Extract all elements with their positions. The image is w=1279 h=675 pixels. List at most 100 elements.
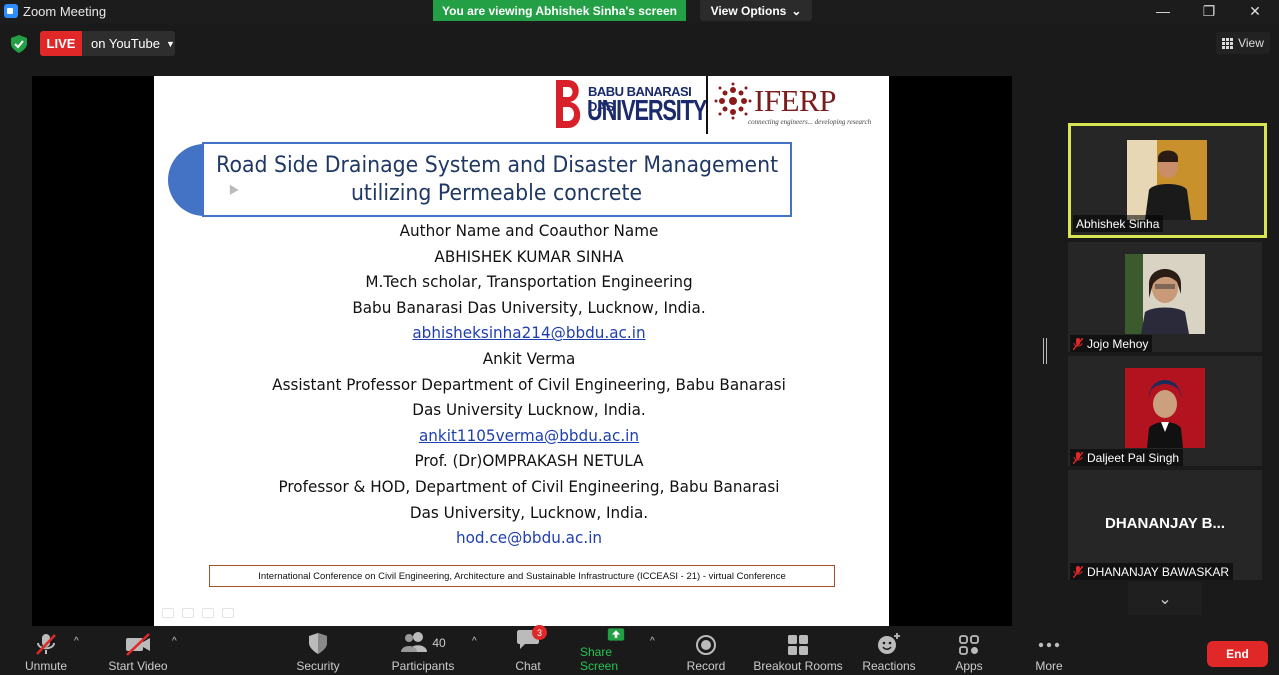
livestream-dropdown[interactable]: on YouTube ▼ (82, 31, 175, 56)
participant-placeholder-name: DHANANJAY B... (1104, 515, 1226, 532)
chat-button[interactable]: 3 Chat (510, 625, 547, 675)
participant-photo-icon (1125, 254, 1205, 334)
author-details: Author Name and Coauthor Name ABHISHEK K… (154, 218, 889, 551)
more-label: More (1035, 659, 1063, 673)
security-button[interactable]: Security (293, 627, 343, 675)
livestream-target: on YouTube (91, 36, 160, 51)
close-window-button[interactable]: ✕ (1232, 0, 1278, 22)
participant-tile[interactable]: Daljeet Pal Singh (1068, 356, 1262, 466)
view-layout-button[interactable]: View (1216, 32, 1270, 54)
caret-down-icon: ▼ (165, 38, 175, 49)
panel-resize-handle[interactable] (1043, 338, 1047, 364)
participants-icon-group: 40 (400, 631, 446, 656)
live-badge[interactable]: LIVE (40, 31, 82, 56)
breakout-rooms-label: Breakout Rooms (753, 659, 843, 673)
participants-options-caret[interactable]: ^ (472, 636, 477, 647)
audio-options-caret[interactable]: ^ (74, 636, 79, 647)
start-video-button[interactable]: Start Video (106, 627, 170, 675)
video-options-caret[interactable]: ^ (172, 636, 177, 647)
participants-label: Participants (391, 659, 455, 673)
author2-email-link[interactable]: ankit1105verma@bbdu.ac.in (173, 423, 886, 449)
author3-email: hod.ce@bbdu.ac.in (455, 528, 603, 548)
view-options-label: View Options (710, 3, 787, 18)
viewing-screen-banner: You are viewing Abhishek Sinha's screen (433, 0, 686, 21)
logo-divider (706, 76, 708, 134)
zoom-app-icon (4, 4, 18, 18)
bbd-logo-line2: UNIVERSITY (587, 95, 707, 127)
participant-tile-active[interactable]: Abhishek Sinha (1068, 123, 1267, 238)
record-button[interactable]: Record (685, 627, 727, 675)
maximize-button[interactable]: ❐ (1186, 0, 1232, 22)
slide-pen-icon (182, 608, 194, 618)
author3-affiliation: Das University, Lucknow, India. (409, 502, 649, 522)
share-screen-label: Share Screen (580, 645, 619, 673)
security-label: Security (296, 659, 340, 673)
author3-name: Prof. (Dr)OMPRAKASH NETULA (414, 451, 644, 471)
chevron-down-icon: ⌄ (791, 3, 802, 18)
author2-role: Assistant Professor Department of Civil … (272, 374, 786, 394)
participant-video (1125, 368, 1205, 448)
bbd-university-logo: BABU BANARASI DAS UNIVERSITY (554, 78, 707, 130)
participant-tile[interactable]: DHANANJAY B... DHANANJAY BAWASKAR (1068, 470, 1262, 580)
mic-muted-icon (1073, 566, 1083, 578)
mic-muted-icon (1073, 338, 1083, 350)
participant-name-label: Jojo Mehoy (1070, 335, 1153, 352)
more-button[interactable]: More (1030, 627, 1068, 675)
record-label: Record (686, 659, 726, 673)
iferp-logo-text: IFERP (754, 83, 836, 118)
author1-name: ABHISHEK KUMAR SINHA (434, 246, 624, 266)
author1-email-link[interactable]: abhisheksinha214@bbdu.ac.in (173, 320, 886, 346)
encryption-shield-icon[interactable] (11, 35, 27, 53)
gallery-scroll-down-button[interactable]: ⌄ (1128, 582, 1202, 615)
participant-name: Jojo Mehoy (1087, 337, 1149, 351)
chevron-down-icon: ⌄ (1158, 590, 1172, 608)
author3-role: Professor & HOD, Department of Civil Eng… (278, 476, 780, 496)
more-dots-icon (1038, 642, 1060, 648)
view-options-button[interactable]: View Options ⌄ (700, 0, 812, 21)
participants-icon (401, 632, 428, 652)
participant-video (1127, 140, 1207, 220)
participants-count: 40 (432, 636, 446, 650)
reactions-label: Reactions (862, 659, 916, 673)
slide-show-tools (162, 608, 234, 622)
apps-label: Apps (955, 659, 983, 673)
minimize-button[interactable]: — (1140, 0, 1186, 22)
share-screen-arrow-icon (607, 628, 625, 641)
participant-video (1125, 254, 1205, 334)
slide-title-box: Road Side Drainage System and Disaster M… (202, 142, 792, 217)
iferp-tagline: connecting engineers... developing resea… (748, 118, 872, 126)
chat-unread-badge: 3 (532, 625, 547, 640)
slide-title-line2: utilizing Permeable concrete (351, 180, 643, 206)
slide-menu-icon (202, 608, 214, 618)
reactions-button[interactable]: Reactions (860, 627, 918, 675)
start-video-label: Start Video (108, 659, 168, 673)
authors-heading: Author Name and Coauthor Name (399, 221, 659, 240)
share-screen-button[interactable]: Share Screen (580, 627, 652, 675)
unmute-button[interactable]: Unmute (20, 627, 72, 675)
video-camera-off-icon (126, 633, 150, 656)
presentation-slide: BABU BANARASI DAS UNIVERSITY IFERP conne… (154, 76, 889, 626)
participant-name-label: DHANANJAY BAWASKAR (1070, 563, 1234, 580)
slide-prev-icon (162, 608, 174, 618)
participant-name-label: Daljeet Pal Singh (1070, 449, 1184, 466)
author2-affiliation: Das University Lucknow, India. (412, 400, 646, 420)
apps-button[interactable]: Apps (950, 627, 988, 675)
participant-photo-icon (1125, 368, 1205, 448)
participants-button[interactable]: 40 Participants (389, 627, 457, 675)
breakout-rooms-icon (788, 635, 808, 655)
participant-tile[interactable]: Jojo Mehoy (1068, 242, 1262, 352)
breakout-rooms-button[interactable]: Breakout Rooms (752, 627, 844, 675)
end-meeting-button[interactable]: End (1207, 641, 1268, 667)
author1-affiliation: Babu Banarasi Das University, Lucknow, I… (352, 297, 706, 317)
record-icon (696, 635, 716, 655)
conference-footer: International Conference on Civil Engine… (209, 565, 835, 587)
share-options-caret[interactable]: ^ (650, 636, 655, 647)
chat-label: Chat (515, 659, 541, 673)
mic-muted-icon (1073, 452, 1083, 464)
iferp-logo: IFERP connecting engineers... developing… (714, 80, 871, 130)
participant-name: Daljeet Pal Singh (1087, 451, 1180, 465)
unmute-label: Unmute (24, 659, 68, 673)
iferp-logo-mark (714, 82, 752, 120)
chat-icon-wrap: 3 (516, 625, 547, 656)
author2-name: Ankit Verma (482, 348, 576, 368)
